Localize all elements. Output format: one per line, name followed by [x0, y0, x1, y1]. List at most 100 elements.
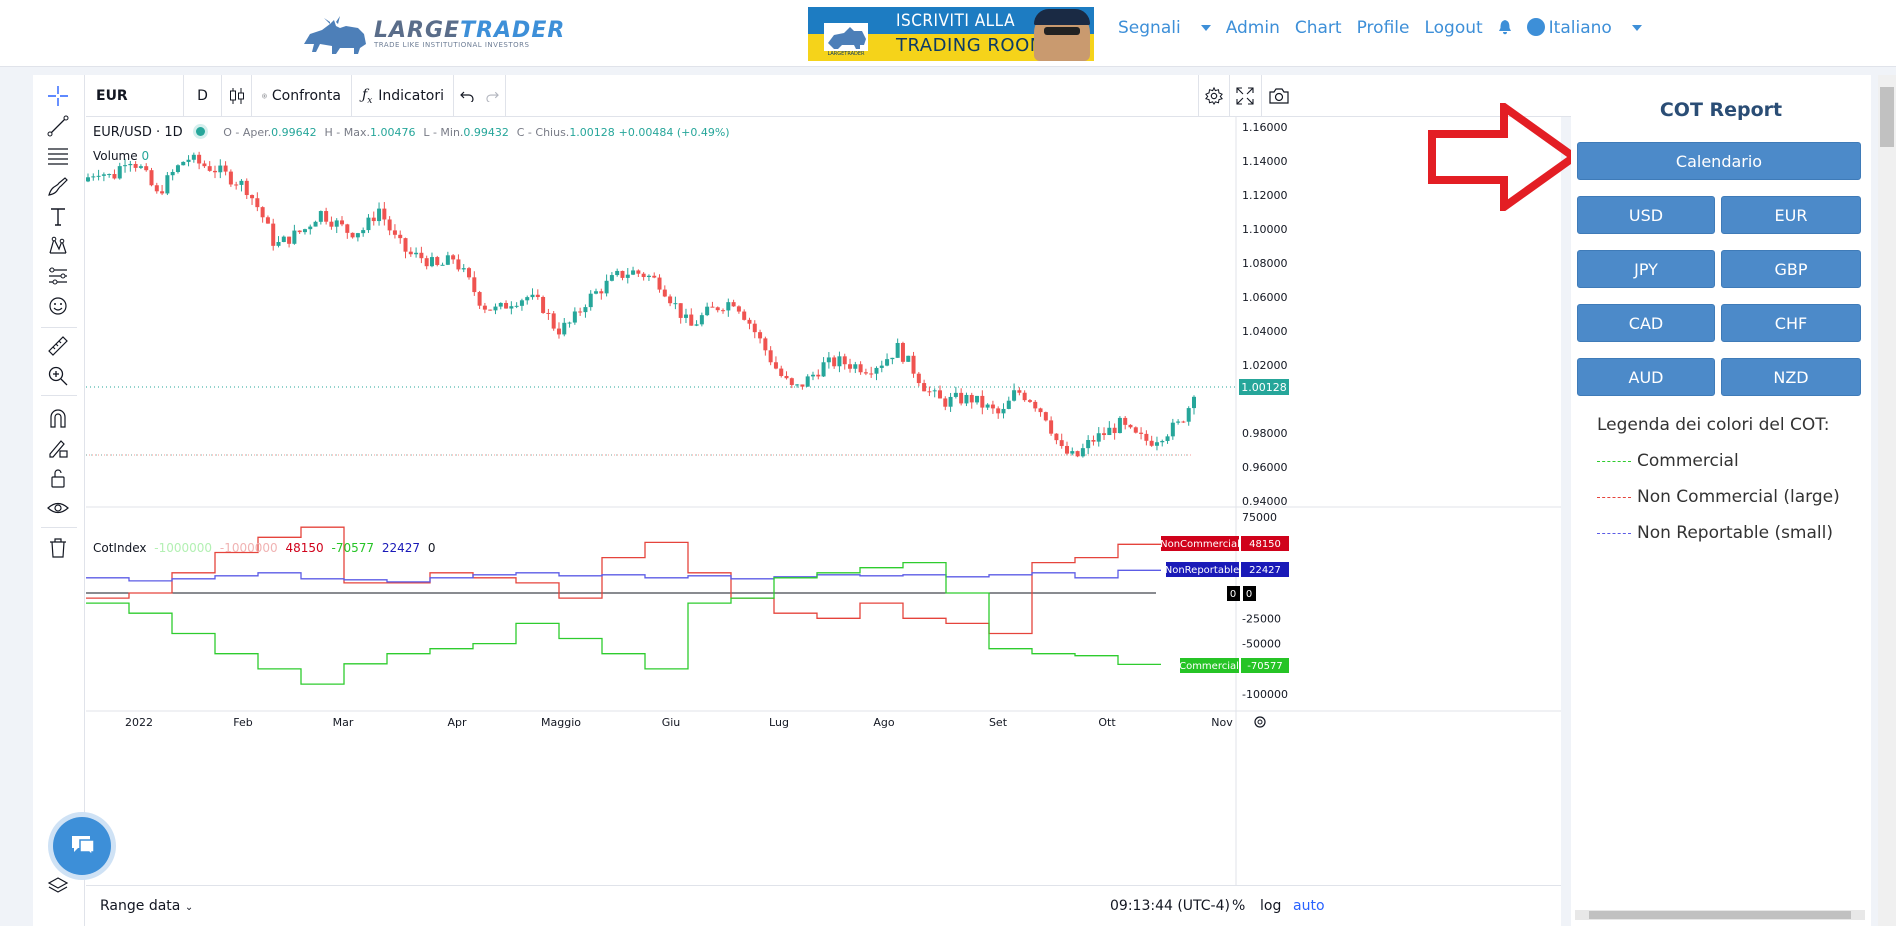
fib-retracement-icon[interactable] — [45, 143, 71, 169]
crosshair-icon[interactable] — [45, 83, 71, 109]
layers-icon[interactable] — [45, 873, 71, 899]
indicators-button[interactable]: ƒx Indicatori — [352, 75, 454, 117]
candle-body — [202, 163, 207, 167]
nav-logout[interactable]: Logout — [1424, 18, 1482, 38]
candle-body — [329, 221, 334, 227]
banner-badge: LARGETRADER — [827, 51, 865, 57]
market-status-dot — [196, 127, 206, 136]
percent-toggle[interactable]: % — [1232, 898, 1245, 914]
currency-usd-button[interactable]: USD — [1577, 196, 1715, 234]
camera-snapshot-icon[interactable] — [1262, 75, 1296, 117]
candle-body — [594, 291, 599, 294]
magnet-icon[interactable] — [45, 405, 71, 431]
candle-body — [980, 395, 985, 408]
cot-indicator-legend: CotIndex -1000000 -1000000 48150 -70577 … — [93, 541, 436, 555]
chart-pane[interactable]: 1.16000 1.14000 1.12000 1.10000 1.08000 1.060… — [86, 117, 1561, 925]
candle-body — [1160, 440, 1165, 443]
price-tick: 1.12000 — [1242, 189, 1288, 202]
currency-cad-button[interactable]: CAD — [1577, 304, 1715, 342]
unlock-icon[interactable] — [45, 465, 71, 491]
candles-style-icon[interactable] — [222, 75, 252, 117]
settings-gear-icon[interactable] — [1198, 75, 1230, 117]
candle-body — [943, 398, 948, 407]
time-tick: Set — [989, 716, 1008, 729]
nav-chart[interactable]: Chart — [1295, 18, 1342, 38]
candle-body — [975, 395, 980, 403]
log-toggle[interactable]: log — [1260, 898, 1281, 914]
symbol-search[interactable]: EUR — [86, 75, 184, 117]
candle-body — [1112, 427, 1117, 434]
undo-icon[interactable] — [454, 75, 480, 117]
volume-value: 0 — [141, 149, 150, 163]
language-selector[interactable]: Italiano — [1526, 18, 1642, 38]
candle-body — [615, 270, 620, 276]
chat-button[interactable] — [53, 817, 111, 875]
volume-legend: Volume 0 — [93, 149, 150, 163]
nav-segnali[interactable]: Segnali — [1118, 18, 1211, 38]
candle-body — [795, 384, 800, 386]
time-tick: Lug — [769, 716, 789, 729]
candle-body — [377, 208, 382, 222]
banner-bull-icon: LARGETRADER — [824, 23, 868, 57]
candle-body — [562, 322, 567, 335]
candle-body — [699, 315, 704, 325]
date-range-button[interactable]: Range data ⌄ — [100, 898, 193, 914]
emoji-icon[interactable] — [45, 293, 71, 319]
text-tool-icon[interactable] — [45, 203, 71, 229]
brush-icon[interactable] — [45, 173, 71, 199]
currency-eur-button[interactable]: EUR — [1721, 196, 1861, 234]
page-scrollbar[interactable] — [1878, 75, 1896, 926]
candle-body — [218, 165, 223, 173]
candle-body — [191, 154, 196, 160]
time-axis-settings-icon[interactable] — [1254, 716, 1266, 728]
nav-profile[interactable]: Profile — [1357, 18, 1410, 38]
cot-tick: -50000 — [1242, 638, 1281, 651]
currency-chf-button[interactable]: CHF — [1721, 304, 1861, 342]
candle-body — [361, 230, 366, 234]
chart-canvas[interactable]: 1.16000 1.14000 1.12000 1.10000 1.08000 1.060… — [86, 117, 1561, 885]
calendar-button[interactable]: Calendario — [1577, 142, 1861, 180]
candle-body — [1049, 420, 1054, 434]
candle-body — [175, 165, 180, 172]
candle-body — [117, 166, 122, 179]
candle-body — [879, 365, 884, 368]
compare-button[interactable]: Confronta — [252, 75, 352, 117]
candle-body — [144, 166, 149, 171]
currency-aud-button[interactable]: AUD — [1577, 358, 1715, 396]
trash-icon[interactable] — [45, 535, 71, 561]
price-tick: 1.02000 — [1242, 359, 1288, 372]
candle-body — [1154, 442, 1159, 446]
nav-admin[interactable]: Admin — [1226, 18, 1280, 38]
currency-gbp-button[interactable]: GBP — [1721, 250, 1861, 288]
legend-low: 0.99432 — [463, 126, 509, 139]
zoom-in-icon[interactable] — [45, 363, 71, 389]
candle-body — [900, 342, 905, 362]
candle-body — [583, 307, 588, 313]
prediction-icon[interactable] — [45, 263, 71, 289]
pattern-icon[interactable] — [45, 233, 71, 259]
interval-selector[interactable]: D — [184, 75, 222, 117]
candle-body — [340, 220, 345, 225]
candle-body — [324, 211, 329, 222]
trading-room-banner[interactable]: LARGETRADER ISCRIVITI ALLA TRADING ROOM — [808, 7, 1094, 61]
auto-toggle[interactable]: auto — [1293, 898, 1325, 914]
largetrader-logo[interactable]: LARGETRADER TRADE LIKE INSTITUTIONAL INV… — [300, 10, 564, 60]
trend-line-icon[interactable] — [45, 113, 71, 139]
redo-icon[interactable] — [480, 75, 506, 117]
candle-body — [731, 302, 736, 307]
candle-body — [567, 322, 572, 324]
fullscreen-icon[interactable] — [1230, 75, 1262, 117]
bottom-toolbar: Range data ⌄ 09:13:44 (UTC-4) % log auto — [86, 885, 1561, 926]
currency-nzd-button[interactable]: NZD — [1721, 358, 1861, 396]
eye-icon[interactable] — [45, 495, 71, 521]
candle-body — [662, 289, 667, 297]
horizontal-scrollbar[interactable] — [1575, 910, 1865, 920]
candle-body — [1043, 412, 1048, 421]
bell-icon[interactable] — [1498, 20, 1512, 36]
currency-jpy-button[interactable]: JPY — [1577, 250, 1715, 288]
cot-legend-title: Legenda dei colori del COT: — [1597, 415, 1830, 435]
ruler-icon[interactable] — [45, 333, 71, 359]
lock-drawings-pencil-icon[interactable] — [45, 435, 71, 461]
candle-body — [1170, 422, 1175, 437]
candle-body — [429, 257, 434, 267]
